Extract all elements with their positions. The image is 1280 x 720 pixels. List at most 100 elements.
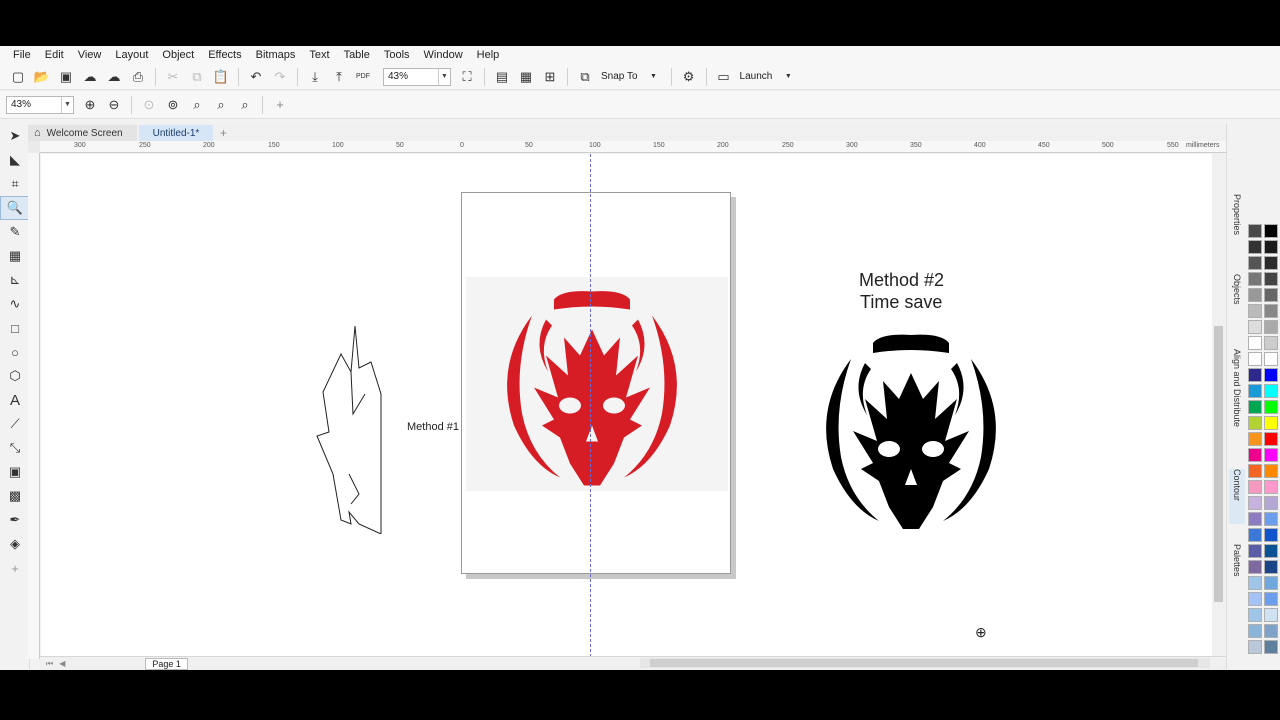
print-icon[interactable]: ⎙ [128,67,148,87]
undo-icon[interactable]: ↶ [246,67,266,87]
zoom-tool-icon[interactable]: 🔍 [0,196,30,220]
vertical-ruler[interactable] [28,153,40,659]
color-swatch[interactable] [1264,464,1278,478]
color-swatch[interactable] [1264,624,1278,638]
color-swatch[interactable] [1264,448,1278,462]
zoom-to-width-icon[interactable]: ⌕ [211,95,231,115]
eyedropper-icon[interactable]: ✒ [0,508,30,532]
menu-table[interactable]: Table [337,46,377,64]
color-swatch[interactable] [1248,448,1262,462]
prev-page-icon[interactable]: ◀ [59,659,65,668]
color-swatch[interactable] [1264,288,1278,302]
color-swatch[interactable] [1248,544,1262,558]
show-grid-icon[interactable]: ▦ [516,67,536,87]
docker-tab-properties[interactable]: Properties [1229,194,1245,254]
chevron-down-icon[interactable]: ▼ [438,68,450,85]
menu-window[interactable]: Window [417,46,470,64]
menu-file[interactable]: File [6,46,38,64]
zoom-out-icon[interactable]: ⊖ [104,95,124,115]
color-swatch[interactable] [1264,432,1278,446]
color-swatch[interactable] [1248,576,1262,590]
zoom-to-page-icon[interactable]: ⌕ [187,95,207,115]
color-swatch[interactable] [1248,288,1262,302]
launch-button[interactable]: Launch [740,71,773,82]
color-swatch[interactable] [1248,416,1262,430]
color-swatch[interactable] [1264,416,1278,430]
zoom-to-height-icon[interactable]: ⌕ [235,95,255,115]
shape-tool-icon[interactable]: ◣ [0,148,30,172]
color-swatch[interactable] [1264,272,1278,286]
pick-tool-icon[interactable]: ➤ [0,124,30,148]
tab-untitled-1[interactable]: Untitled-1* [138,125,214,141]
interactive-fill-icon[interactable]: ◈ [0,532,30,556]
docker-tab-contour[interactable]: Contour [1229,469,1245,524]
vertical-guideline[interactable] [590,154,591,657]
show-guidelines-icon[interactable]: ⊞ [540,67,560,87]
zoom-to-selected-icon[interactable]: ⊙ [139,95,159,115]
bezier-tool-icon[interactable]: ∿ [0,292,30,316]
text-tool-icon[interactable]: A [0,388,30,412]
launch-icon[interactable]: ▭ [714,67,734,87]
color-swatch[interactable] [1248,272,1262,286]
color-swatch[interactable] [1248,480,1262,494]
color-swatch[interactable] [1248,256,1262,270]
color-swatch[interactable] [1264,544,1278,558]
color-swatch[interactable] [1248,400,1262,414]
menu-tools[interactable]: Tools [377,46,417,64]
drawing-canvas[interactable]: Method #1 Method #2 Time save ⊕ [41,154,1213,657]
snap-icon[interactable]: ⧉ [575,67,595,87]
color-swatch[interactable] [1264,336,1278,350]
new-document-icon[interactable]: ▢ [8,67,28,87]
color-swatch[interactable] [1264,400,1278,414]
color-swatch[interactable] [1248,560,1262,574]
new-tab-icon[interactable]: + [215,125,231,141]
tab-welcome-screen[interactable]: ⌂ Welcome Screen [28,125,137,141]
menu-object[interactable]: Object [155,46,201,64]
color-swatch[interactable] [1248,528,1262,542]
add-icon[interactable]: + [270,95,290,115]
color-swatch[interactable] [1264,320,1278,334]
color-swatch[interactable] [1248,432,1262,446]
color-swatch[interactable] [1248,496,1262,510]
cloud-upload-icon[interactable]: ☁ [80,67,100,87]
color-swatch[interactable] [1248,464,1262,478]
color-swatch[interactable] [1264,224,1278,238]
color-swatch[interactable] [1248,304,1262,318]
color-swatch[interactable] [1264,608,1278,622]
black-skull-logo[interactable] [811,324,1011,534]
docker-tab-align-distribute[interactable]: Align and Distribute [1229,349,1245,459]
color-swatch[interactable] [1248,368,1262,382]
color-swatch[interactable] [1264,512,1278,526]
connector-tool-icon[interactable]: ⤡ [0,436,30,460]
import-icon[interactable]: ⤓ [305,67,325,87]
chevron-down-icon[interactable]: ▼ [778,67,798,87]
traced-outline-shape[interactable] [311,324,391,534]
zoom-level-combo[interactable]: 43% ▼ [383,67,451,86]
redo-icon[interactable]: ↷ [270,67,290,87]
zoom-to-all-objects-icon[interactable]: ⊚ [163,95,183,115]
paste-icon[interactable]: 📋 [211,67,231,87]
color-swatch[interactable] [1248,352,1262,366]
horizontal-ruler[interactable]: 300 250 200 150 100 50 0 50 100 150 200 250 300 350 40… [40,141,1226,153]
export-pdf-icon[interactable]: PDF [353,67,373,87]
color-swatch[interactable] [1248,384,1262,398]
copy-icon[interactable]: ⧉ [187,67,207,87]
menu-text[interactable]: Text [302,46,336,64]
method1-label[interactable]: Method #1 [407,421,459,433]
cut-icon[interactable]: ✂ [163,67,183,87]
cloud-download-icon[interactable]: ☁ [104,67,124,87]
vertical-scrollbar-thumb[interactable] [1214,326,1223,602]
chevron-down-icon[interactable]: ▼ [644,67,664,87]
red-skull-logo[interactable] [492,283,692,488]
color-swatch[interactable] [1248,512,1262,526]
docker-tab-palettes[interactable]: Palettes [1229,544,1245,599]
color-swatch[interactable] [1264,576,1278,590]
color-swatch[interactable] [1248,240,1262,254]
color-swatch[interactable] [1264,496,1278,510]
color-swatch[interactable] [1248,608,1262,622]
color-swatch[interactable] [1264,368,1278,382]
first-page-icon[interactable]: ⏮ [46,659,53,669]
add-tool-icon[interactable]: + [0,556,30,580]
color-swatch[interactable] [1264,592,1278,606]
color-swatch[interactable] [1264,256,1278,270]
